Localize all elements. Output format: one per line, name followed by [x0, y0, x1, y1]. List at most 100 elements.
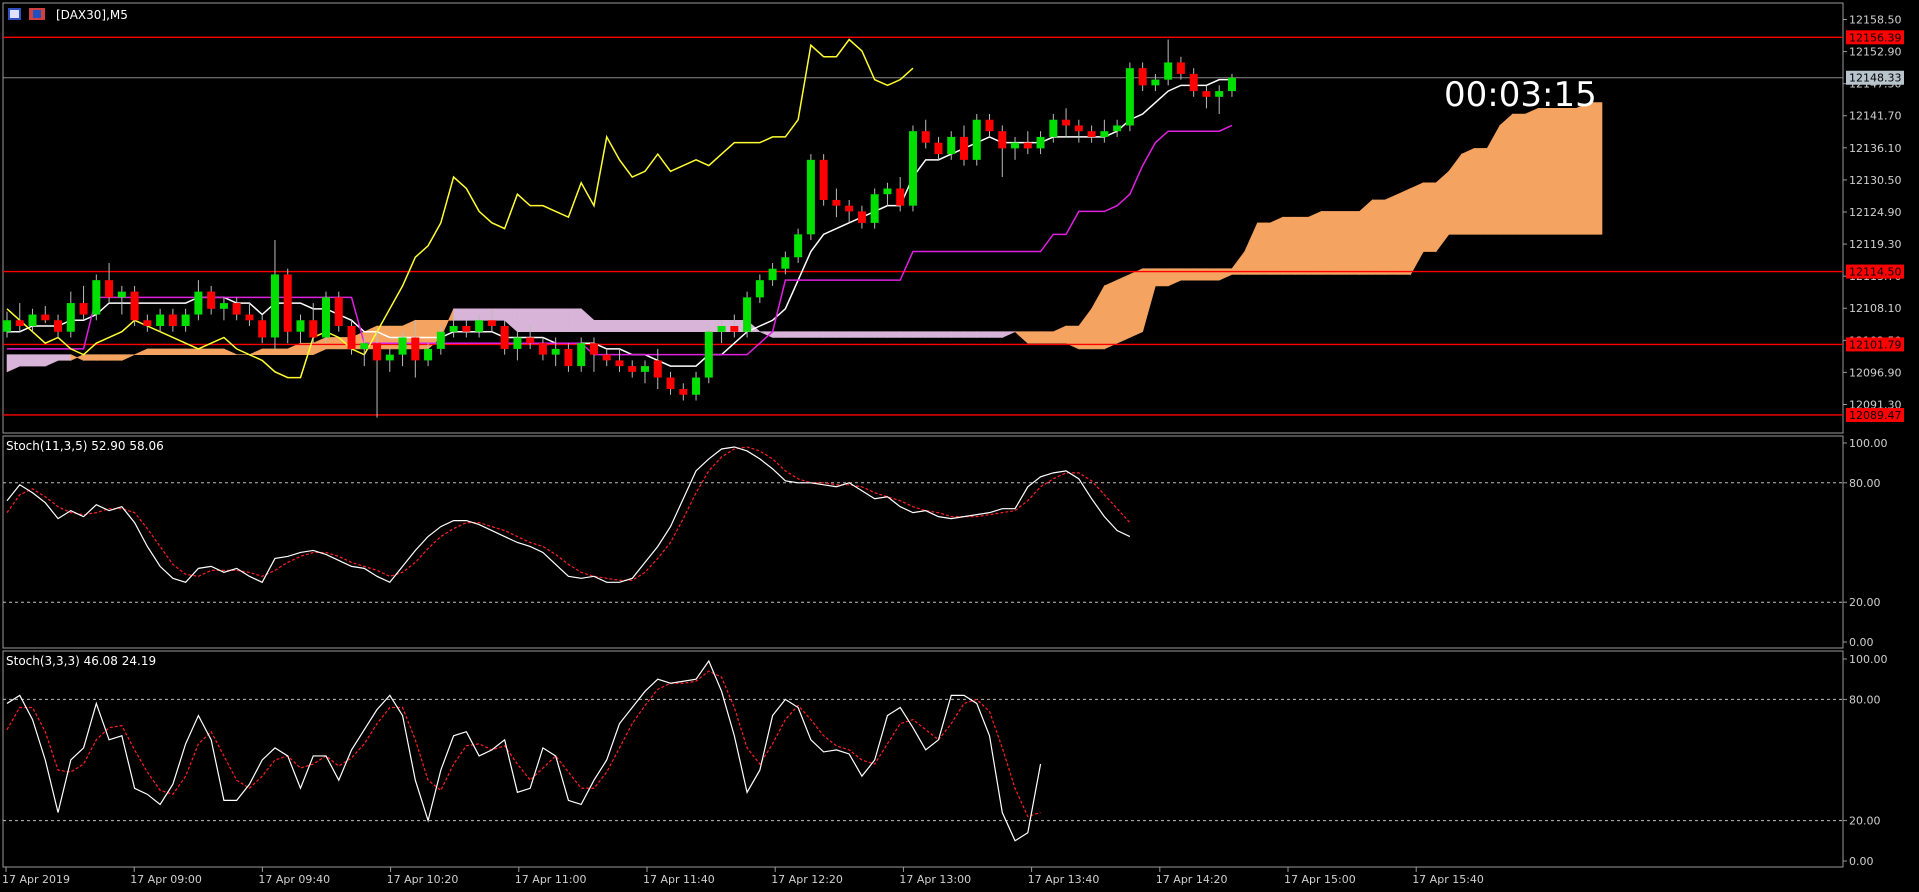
time-tick-label: 17 Apr 11:00: [515, 873, 587, 886]
candle[interactable]: [806, 154, 815, 241]
kumo-cloud-segment: [848, 331, 863, 338]
kumo-cloud-segment: [1282, 216, 1297, 275]
time-tick-label: 17 Apr 09:40: [258, 873, 330, 886]
kumo-cloud-segment: [1423, 182, 1437, 252]
kumo-cloud-segment: [1550, 107, 1565, 235]
kumo-cloud-segment: [1359, 199, 1373, 275]
current-price-label: 12148.33: [1849, 72, 1902, 85]
candle-body: [411, 337, 420, 361]
stoch2-title: Stoch(3,3,3) 46.08 24.19: [6, 654, 156, 668]
kumo-cloud-segment: [1193, 268, 1207, 281]
candle[interactable]: [908, 125, 917, 212]
kumo-cloud-segment: [1588, 102, 1603, 235]
price-tick-label: 12124.90: [1849, 206, 1902, 219]
level-price-label: 12156.39: [1849, 31, 1902, 44]
candle-body: [181, 314, 190, 327]
candle-body: [3, 320, 11, 332]
kumo-cloud-segment: [810, 331, 824, 338]
kumo-cloud-segment: [185, 348, 199, 355]
level-price-label: 12114.50: [1849, 266, 1902, 279]
kumo-cloud-segment: [1499, 113, 1513, 235]
candle-body: [972, 119, 981, 160]
chart-background: [0, 0, 1919, 892]
candle-body: [1023, 142, 1032, 149]
kumo-cloud-segment: [325, 337, 340, 350]
candle-body: [743, 297, 752, 332]
candle-body: [1215, 91, 1224, 97]
candle-body: [360, 343, 369, 349]
kumo-cloud-segment: [1295, 216, 1309, 275]
candle[interactable]: [870, 188, 879, 229]
candle-body: [985, 119, 994, 132]
kumo-cloud-segment: [147, 348, 161, 355]
candle-body: [1189, 73, 1198, 92]
kumo-cloud-segment: [925, 331, 939, 338]
level-price-label: 12089.47: [1849, 409, 1902, 422]
kumo-cloud-segment: [542, 308, 556, 333]
candle-body: [194, 291, 203, 315]
kumo-cloud-segment: [1257, 222, 1271, 275]
candle-body: [92, 280, 101, 315]
candle-body: [1036, 136, 1045, 149]
candle-body: [934, 142, 943, 155]
candle-body: [717, 326, 726, 332]
candle-body: [322, 297, 330, 338]
trading-chart[interactable]: 12158.5012152.9012147.3012141.7012136.10…: [0, 0, 1919, 892]
candle-body: [1176, 62, 1185, 74]
kumo-cloud-segment: [1116, 273, 1131, 344]
kumo-cloud-segment: [938, 331, 952, 338]
candle-body: [1151, 79, 1160, 86]
candle-body: [1062, 119, 1071, 126]
candle-body: [896, 188, 905, 206]
kumo-cloud-segment: [1512, 113, 1526, 235]
candle[interactable]: [704, 326, 713, 384]
candle-body: [373, 343, 382, 361]
price-tick-label: 12141.70: [1849, 110, 1902, 123]
candle-body: [283, 274, 292, 332]
kumo-cloud-segment: [887, 331, 901, 338]
candle[interactable]: [1125, 62, 1134, 132]
kumo-cloud-segment: [823, 331, 837, 338]
symbol-label: [DAX30],M5: [56, 8, 128, 22]
candle-body: [857, 211, 866, 223]
candle-body: [1125, 68, 1134, 126]
kumo-cloud-segment: [159, 348, 174, 355]
candle[interactable]: [819, 154, 828, 206]
candle-body: [730, 326, 739, 332]
candle-body: [207, 291, 216, 309]
candle-body: [424, 348, 433, 361]
price-tick-label: 12152.90: [1849, 46, 1902, 59]
candle[interactable]: [334, 291, 343, 332]
kumo-cloud-segment: [478, 308, 493, 321]
kumo-cloud-segment: [1384, 193, 1399, 275]
candle-body: [130, 291, 139, 321]
kumo-cloud-segment: [491, 308, 505, 321]
time-tick-label: 17 Apr 11:40: [643, 873, 715, 886]
candle-body: [270, 274, 279, 338]
stoch2-tick-label: 80.00: [1849, 693, 1881, 706]
bar-countdown: 00:03:15: [1444, 75, 1597, 115]
kumo-cloud-segment: [108, 354, 123, 361]
candle[interactable]: [322, 291, 330, 344]
price-tick-label: 12136.10: [1849, 142, 1902, 155]
candle-body: [832, 199, 841, 206]
candle-body: [105, 280, 114, 298]
kumo-cloud-segment: [836, 331, 850, 338]
candle[interactable]: [972, 114, 981, 166]
candle[interactable]: [743, 291, 752, 338]
candle-body: [819, 159, 828, 200]
time-tick-label: 17 Apr 12:20: [771, 873, 843, 886]
kumo-cloud-segment: [682, 319, 697, 333]
kumo-cloud-segment: [1346, 211, 1360, 275]
price-tick-label: 12096.90: [1849, 366, 1902, 379]
kumo-cloud-segment: [466, 308, 480, 321]
candle[interactable]: [92, 274, 101, 321]
candle-body: [870, 194, 879, 223]
kumo-cloud-segment: [453, 308, 467, 321]
kumo-cloud-segment: [912, 331, 927, 338]
candle[interactable]: [130, 285, 139, 327]
candle-body: [1202, 91, 1211, 97]
candle-body: [296, 320, 305, 332]
candle-body: [1100, 131, 1109, 137]
kumo-cloud-segment: [593, 319, 608, 333]
